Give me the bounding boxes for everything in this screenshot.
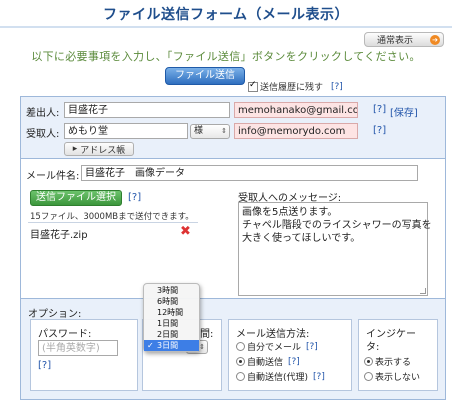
- recipient-name-field[interactable]: めもり堂: [64, 123, 188, 139]
- dropdown-item[interactable]: 3時間: [144, 285, 199, 296]
- password-field[interactable]: (半角英数字): [38, 340, 118, 356]
- dropdown-item[interactable]: 6時間: [144, 296, 199, 307]
- arrow-right-icon: ➔: [430, 35, 440, 45]
- password-help-link[interactable]: [?]: [38, 360, 51, 371]
- mail-method-option[interactable]: 自分でメール [?]: [236, 340, 318, 353]
- message-line: 大きく使ってほしいです。: [242, 233, 361, 244]
- recipient-email-field[interactable]: info@memorydo.com: [234, 123, 358, 139]
- message-textarea[interactable]: 画像を5点送ります。 チャペル階段でのライスシャワーの写真を 大きく使ってほしい…: [238, 202, 432, 296]
- indicator-option[interactable]: 表示しない: [364, 370, 420, 383]
- message-line: 画像を5点送ります。: [242, 207, 338, 218]
- mail-method-option[interactable]: 自動送信 [?]: [236, 355, 300, 368]
- select-arrows-icon: ⇕: [199, 343, 205, 351]
- checkmark-icon: ✓: [147, 341, 154, 350]
- address-book-button[interactable]: ▸ アドレス帳: [64, 142, 134, 156]
- subject-field[interactable]: 目盛花子 画像データ: [81, 165, 418, 181]
- mail-method-option[interactable]: 自動送信(代理) [?]: [236, 370, 325, 383]
- recipient-label: 受取人:: [26, 129, 60, 140]
- option-label: 表示する: [375, 358, 412, 368]
- honorific-select[interactable]: 様 ⇕: [190, 124, 230, 139]
- help-link[interactable]: [?]: [306, 342, 318, 352]
- file-item: 目盛花子.zip: [30, 230, 88, 241]
- option-label: 表示しない: [375, 373, 421, 383]
- resize-grip-icon[interactable]: [420, 288, 426, 294]
- send-file-button[interactable]: ファイル送信: [165, 67, 245, 85]
- dropdown-item[interactable]: 12時間: [144, 307, 199, 318]
- sender-name-field[interactable]: 目盛花子: [64, 102, 230, 118]
- period-label: 間:: [200, 329, 214, 340]
- radio-button[interactable]: [236, 342, 245, 351]
- page-title: ファイル送信フォーム（メール表示）: [102, 7, 350, 23]
- file-limit-note: 15ファイル、3000MBまで送付できます。: [30, 212, 194, 222]
- dropdown-item-selected[interactable]: ✓ 3日間: [144, 340, 199, 351]
- history-checkbox[interactable]: [248, 80, 258, 92]
- indicator-option[interactable]: 表示する: [364, 355, 411, 368]
- normal-view-button[interactable]: 通常表示 ➔: [364, 32, 444, 47]
- help-link[interactable]: [?]: [288, 357, 300, 367]
- sender-email-field[interactable]: memohanako@gmail.com: [234, 102, 358, 118]
- recipient-help-link[interactable]: [?]: [373, 125, 386, 136]
- option-label: 自動送信(代理): [247, 373, 309, 383]
- password-placeholder: (半角英数字): [42, 343, 100, 354]
- options-label: オプション:: [28, 309, 82, 320]
- help-link[interactable]: [?]: [313, 372, 325, 382]
- radio-button[interactable]: [236, 372, 245, 381]
- option-label: 自分でメール: [247, 343, 302, 353]
- select-arrows-icon: ⇕: [221, 127, 227, 135]
- sender-label: 差出人:: [26, 108, 60, 119]
- select-file-button[interactable]: 送信ファイル選択: [30, 190, 122, 206]
- dropdown-item[interactable]: 2日間: [144, 329, 199, 340]
- message-line: チャペル階段でのライスシャワーの写真を: [242, 220, 432, 231]
- address-book-label: アドレス帳: [80, 145, 126, 156]
- file-list-divider: [28, 222, 198, 223]
- dropdown-item-label: 3日間: [157, 341, 179, 350]
- radio-button[interactable]: [364, 357, 373, 366]
- title-divider: [0, 26, 452, 28]
- period-dropdown-menu: 3時間 6時間 12時間 1日間 2日間 ✓ 3日間: [143, 283, 200, 352]
- sender-help-link[interactable]: [?]: [373, 104, 386, 115]
- normal-view-label: 通常表示: [377, 36, 414, 46]
- password-label: パスワード:: [38, 329, 92, 340]
- indicator-label-cont: タ:: [366, 342, 380, 353]
- history-option: 送信履歴に残す [?]: [248, 80, 343, 93]
- radio-button[interactable]: [364, 372, 373, 381]
- history-label: 送信履歴に残す: [260, 83, 324, 93]
- chevron-right-icon: ▸: [72, 144, 78, 154]
- subject-label: メール件名:: [26, 171, 80, 182]
- file-help-link[interactable]: [?]: [128, 192, 141, 203]
- history-help-link[interactable]: [?]: [331, 82, 343, 92]
- instruction-text: 以下に必要事項を入力し、「ファイル送信」ボタンをクリックしてください。: [31, 50, 421, 63]
- honorific-value: 様: [194, 126, 204, 136]
- remove-file-icon[interactable]: ✖: [180, 224, 191, 239]
- sender-save-link[interactable]: [保存]: [390, 104, 418, 119]
- option-label: 自動送信: [247, 358, 284, 368]
- mail-method-label: メール送信方法:: [236, 329, 310, 340]
- radio-button[interactable]: [236, 357, 245, 366]
- dropdown-item[interactable]: 1日間: [144, 318, 199, 329]
